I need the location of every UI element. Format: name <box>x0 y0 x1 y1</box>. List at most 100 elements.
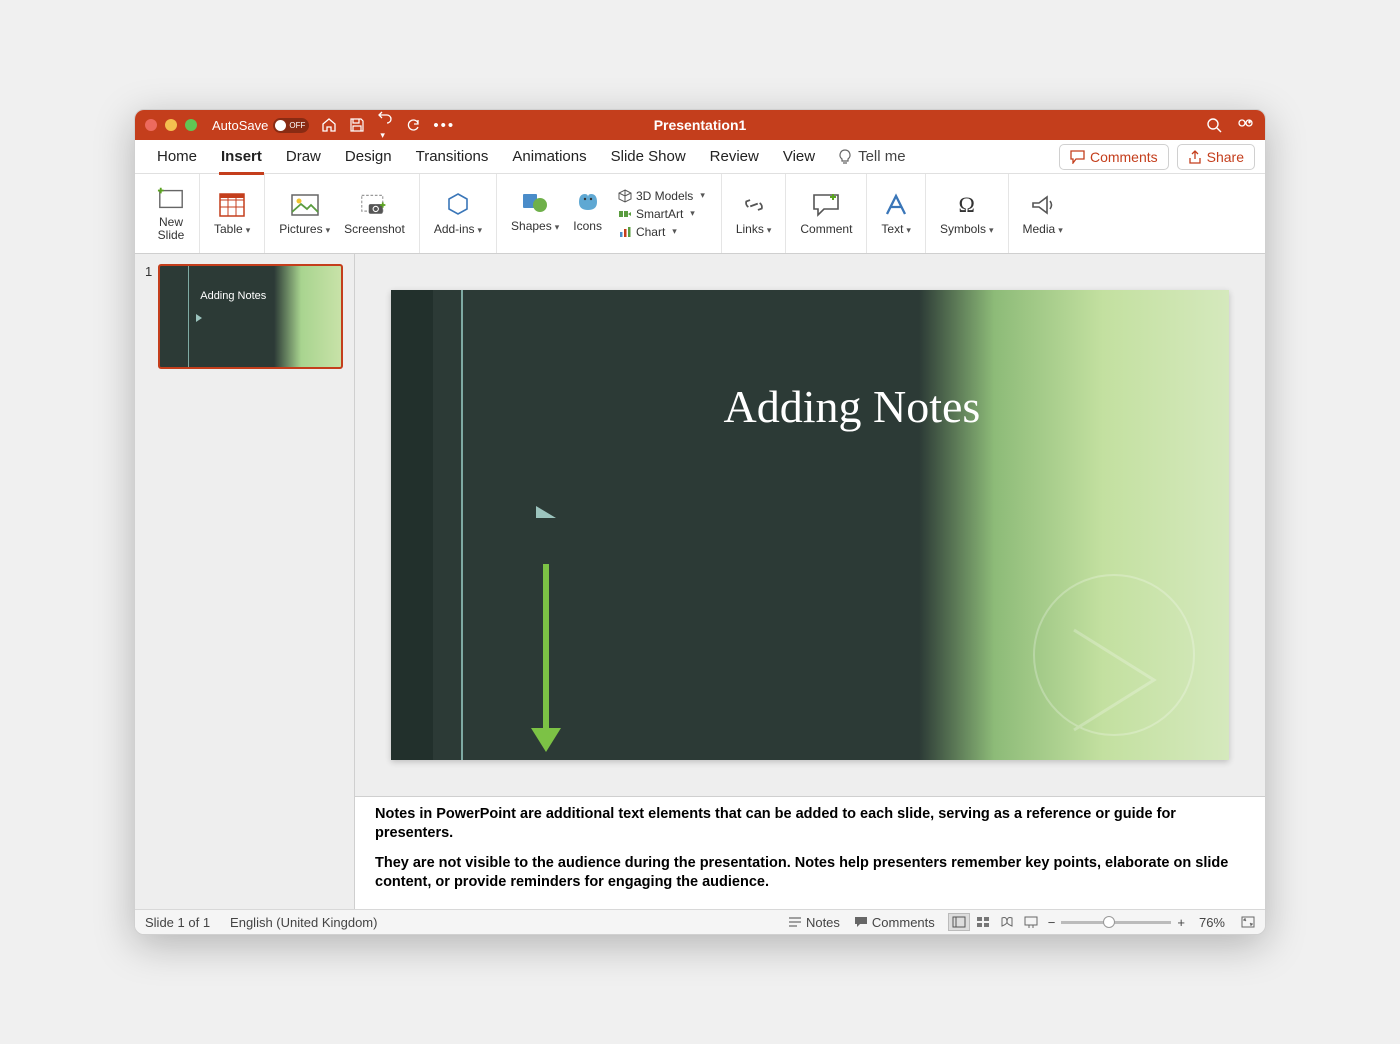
notes-toggle[interactable]: Notes <box>788 915 840 930</box>
comment-ribbon-icon <box>812 191 840 219</box>
statusbar: Slide 1 of 1 English (United Kingdom) No… <box>135 909 1265 934</box>
tab-transitions[interactable]: Transitions <box>404 144 501 169</box>
notes-paragraph-2[interactable]: They are not visible to the audience dur… <box>375 854 1245 893</box>
share-button[interactable]: Share <box>1177 144 1255 170</box>
3d-models-button[interactable]: 3D Models▾ <box>616 188 707 204</box>
zoom-control: − + 76% <box>1048 915 1255 930</box>
symbols-label: Symbols <box>940 222 986 236</box>
screenshot-button[interactable]: Screenshot <box>344 191 405 236</box>
text-button[interactable]: Text▾ <box>881 191 911 236</box>
symbols-button[interactable]: Ω Symbols▾ <box>940 191 994 236</box>
media-label: Media <box>1023 222 1056 236</box>
new-slide-icon <box>157 185 185 213</box>
view-buttons <box>948 913 1042 931</box>
zoom-value[interactable]: 76% <box>1199 915 1225 930</box>
smartart-button[interactable]: SmartArt▾ <box>616 206 707 222</box>
symbols-icon: Ω <box>953 191 981 219</box>
tab-design[interactable]: Design <box>333 144 404 169</box>
titlebar: AutoSave OFF ▾ ••• Presentation1 <box>135 110 1265 140</box>
share-icon <box>1188 150 1202 164</box>
tell-me-button[interactable]: Tell me <box>837 148 906 165</box>
media-button[interactable]: Media▾ <box>1023 191 1063 236</box>
shapes-icon <box>521 188 549 216</box>
pictures-label: Pictures <box>279 222 322 236</box>
window-controls <box>145 119 197 131</box>
fit-to-window-button[interactable] <box>1241 916 1255 928</box>
table-label: Table <box>214 222 243 236</box>
close-window-button[interactable] <box>145 119 157 131</box>
table-button[interactable]: Table▾ <box>214 191 250 236</box>
addins-icon <box>444 191 472 219</box>
zoom-slider[interactable] <box>1061 921 1171 924</box>
shapes-button[interactable]: Shapes▾ <box>511 188 559 233</box>
autosave-switch[interactable]: OFF <box>273 118 309 133</box>
smartart-icon <box>618 207 632 221</box>
annotation-arrow <box>533 564 559 752</box>
comments-button[interactable]: Comments <box>1059 144 1169 170</box>
comment-label: Comment <box>800 222 852 236</box>
comments-toggle-label: Comments <box>872 915 935 930</box>
normal-view-button[interactable] <box>948 913 970 931</box>
tab-draw[interactable]: Draw <box>274 144 333 169</box>
new-slide-button[interactable]: NewSlide <box>157 185 185 242</box>
slide-thumbnail-1[interactable]: Adding Notes <box>158 264 343 369</box>
ribbon-tabs: Home Insert Draw Design Transitions Anim… <box>135 140 1265 174</box>
maximize-window-button[interactable] <box>185 119 197 131</box>
autosave-toggle[interactable]: AutoSave OFF <box>212 118 309 133</box>
app-window: AutoSave OFF ▾ ••• Presentation1 <box>134 109 1266 935</box>
sorter-view-button[interactable] <box>972 913 994 931</box>
table-icon <box>218 191 246 219</box>
reading-view-button[interactable] <box>996 913 1018 931</box>
addins-button[interactable]: Add-ins▾ <box>434 191 482 236</box>
slide-canvas-area[interactable]: Adding Notes <box>355 254 1265 796</box>
text-label: Text <box>881 222 903 236</box>
thumb-title: Adding Notes <box>200 290 266 302</box>
autosave-state: OFF <box>289 121 305 130</box>
notes-paragraph-1[interactable]: Notes in PowerPoint are additional text … <box>375 805 1245 844</box>
new-slide-label: NewSlide <box>158 216 185 242</box>
share-titlebar-icon[interactable] <box>1237 117 1255 133</box>
triangle-bullet-icon <box>536 506 556 518</box>
home-icon[interactable] <box>321 117 337 133</box>
tab-animations[interactable]: Animations <box>500 144 598 169</box>
more-icon[interactable]: ••• <box>433 117 455 134</box>
language-status[interactable]: English (United Kingdom) <box>230 915 377 930</box>
quick-access-toolbar: ▾ ••• <box>321 109 455 142</box>
comments-toggle[interactable]: Comments <box>854 915 935 930</box>
chart-icon <box>618 225 632 239</box>
icons-icon <box>574 188 602 216</box>
chart-label: Chart <box>636 225 665 239</box>
comment-button[interactable]: Comment <box>800 191 852 236</box>
tab-review[interactable]: Review <box>698 144 771 169</box>
links-icon <box>740 191 768 219</box>
tab-slideshow[interactable]: Slide Show <box>599 144 698 169</box>
zoom-out-button[interactable]: − <box>1048 915 1056 930</box>
zoom-in-button[interactable]: + <box>1177 915 1185 930</box>
slide-counter[interactable]: Slide 1 of 1 <box>145 915 210 930</box>
chart-button[interactable]: Chart▾ <box>616 224 707 240</box>
background-decoration <box>1004 555 1224 755</box>
tab-insert[interactable]: Insert <box>209 144 274 169</box>
minimize-window-button[interactable] <box>165 119 177 131</box>
share-label: Share <box>1207 149 1244 165</box>
save-icon[interactable] <box>349 117 365 133</box>
notes-pane[interactable]: Notes in PowerPoint are additional text … <box>355 796 1265 909</box>
notes-toggle-label: Notes <box>806 915 840 930</box>
slide[interactable]: Adding Notes <box>391 290 1229 760</box>
undo-icon[interactable]: ▾ <box>377 109 393 142</box>
lightbulb-icon <box>837 149 853 165</box>
media-icon <box>1029 191 1057 219</box>
smartart-label: SmartArt <box>636 207 683 221</box>
search-icon[interactable] <box>1206 117 1222 133</box>
thumbnail-panel: 1 Adding Notes <box>135 254 355 909</box>
links-button[interactable]: Links▾ <box>736 191 772 236</box>
redo-icon[interactable] <box>405 117 421 133</box>
shapes-label: Shapes <box>511 219 552 233</box>
pictures-button[interactable]: Pictures▾ <box>279 191 330 236</box>
icons-button[interactable]: Icons <box>573 188 602 233</box>
slideshow-view-button[interactable] <box>1020 913 1042 931</box>
slide-title[interactable]: Adding Notes <box>723 380 980 433</box>
tab-home[interactable]: Home <box>145 144 209 169</box>
tell-me-label: Tell me <box>858 148 906 165</box>
tab-view[interactable]: View <box>771 144 827 169</box>
